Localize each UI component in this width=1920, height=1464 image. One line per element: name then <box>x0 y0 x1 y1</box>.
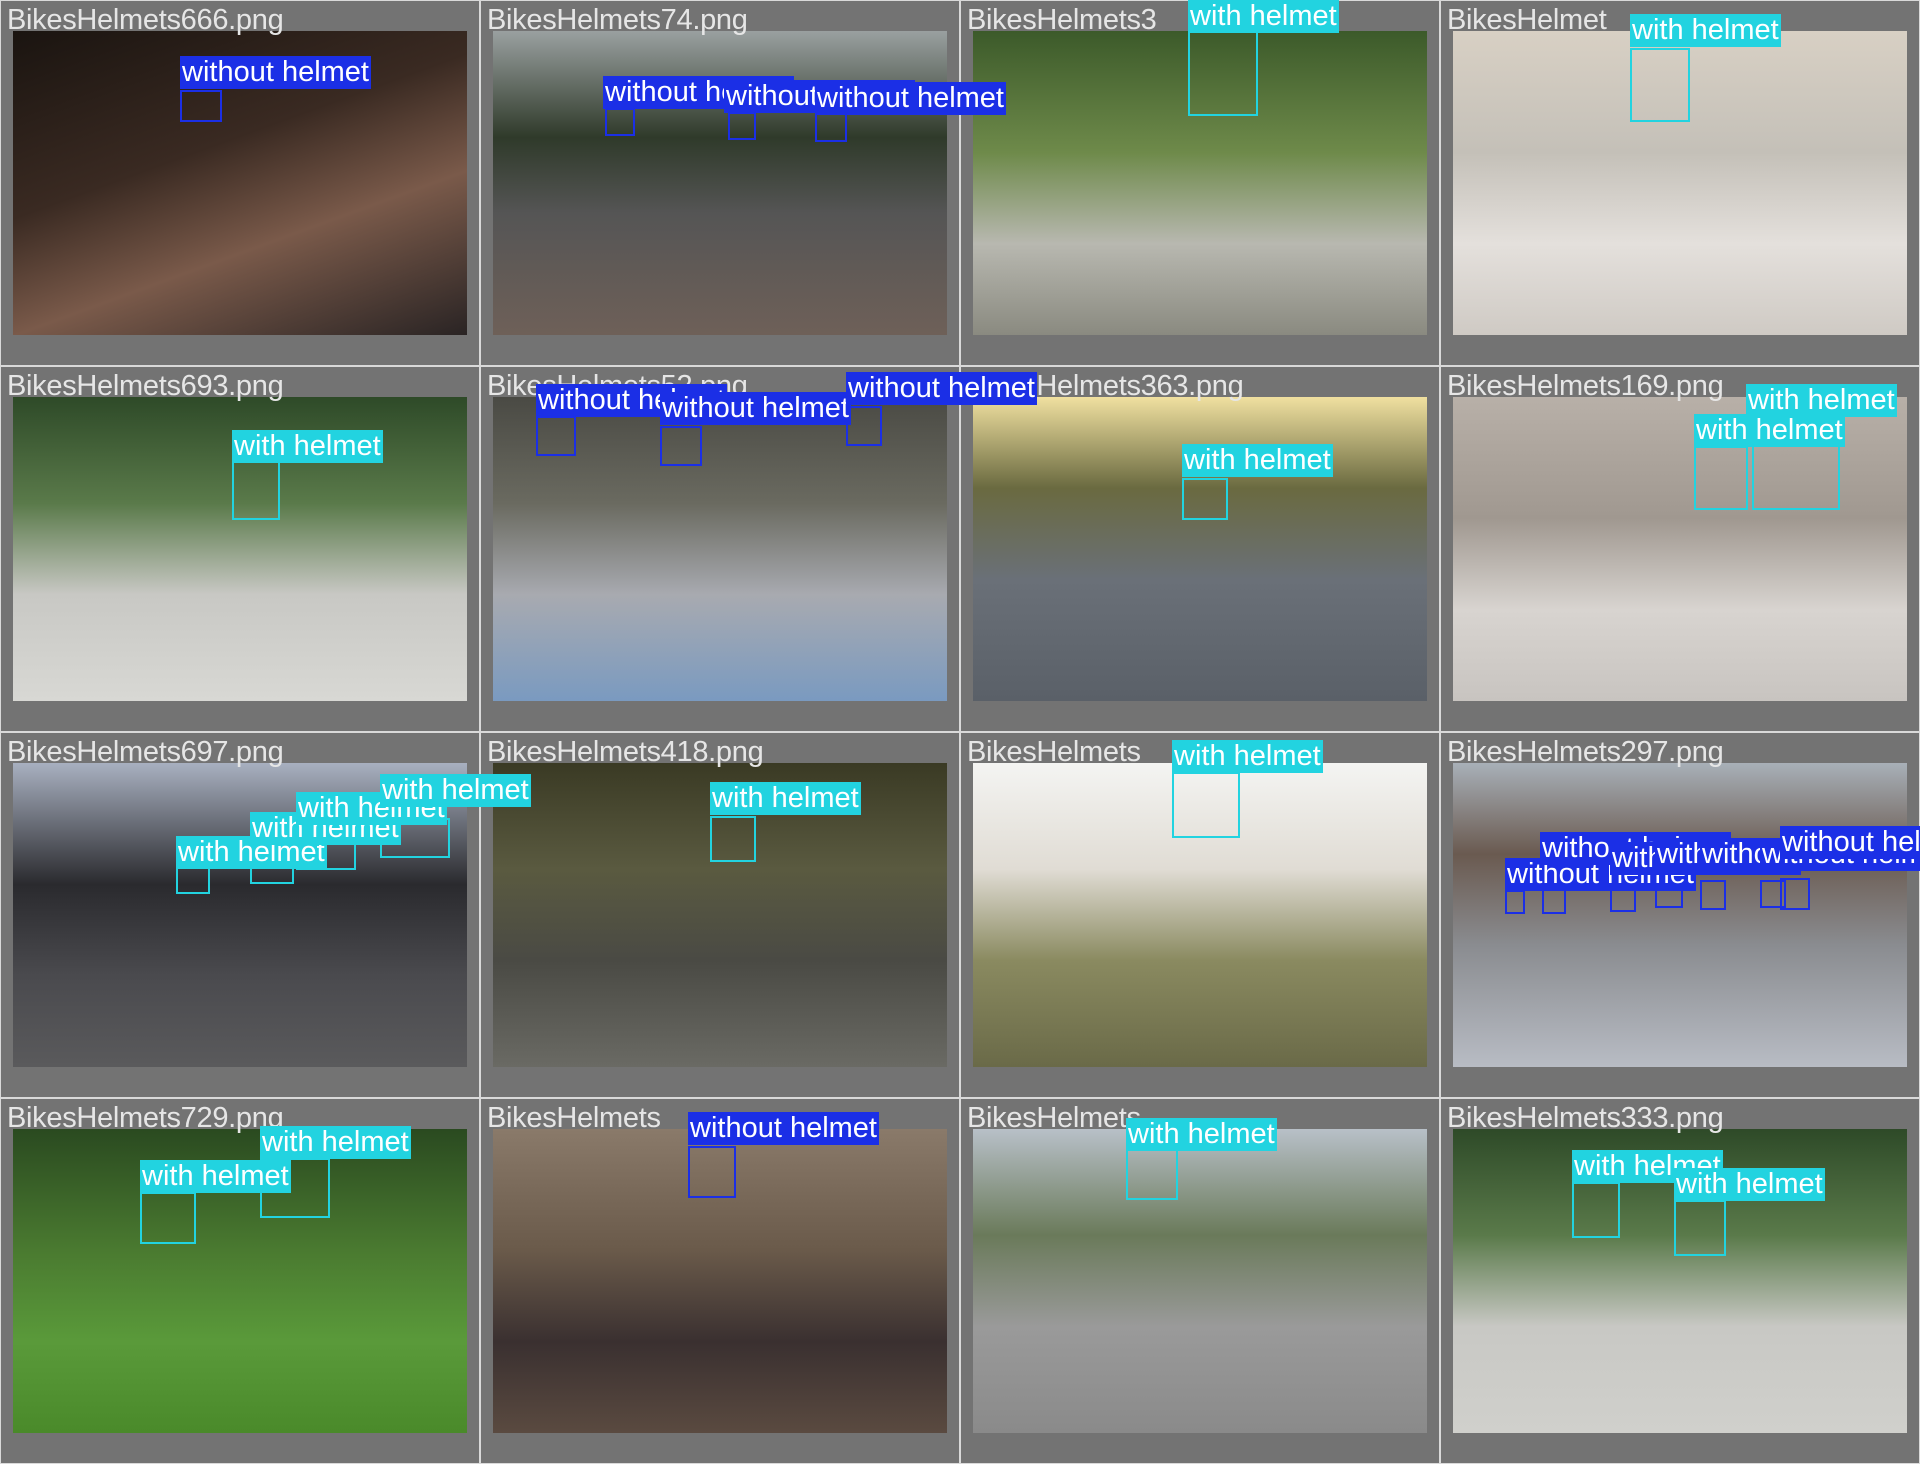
grid-tile: BikesHelmets169.png <box>1440 366 1920 732</box>
detection-box <box>140 1192 196 1244</box>
detection-label: without helmet <box>660 392 851 425</box>
detection-label: with helmet <box>1182 444 1333 477</box>
tile-filename: BikesHelmets3 <box>967 4 1157 36</box>
grid-tile: BikesHelmets <box>960 1098 1440 1464</box>
detection-box <box>1630 48 1690 122</box>
detection-label: with helmet <box>1694 414 1845 447</box>
detection-box <box>1780 878 1810 910</box>
detection-box <box>815 112 847 142</box>
detection-label: without helmet <box>688 1112 879 1145</box>
detection-label: without helmet <box>180 56 371 89</box>
detection-label: without helmet <box>815 82 1006 115</box>
grid-tile: BikesHelmets666.png <box>0 0 480 366</box>
detection-label: with helmet <box>380 774 531 807</box>
detection-box <box>1126 1148 1178 1200</box>
tile-filename: BikesHelmets <box>967 736 1141 768</box>
detection-label: with helmet <box>1188 0 1339 33</box>
detection-box <box>605 108 635 136</box>
detection-label: with helmet <box>710 782 861 815</box>
detection-box <box>660 426 702 466</box>
detection-box <box>710 816 756 862</box>
detection-box <box>1182 478 1228 520</box>
tile-filename: BikesHelmets169.png <box>1447 370 1724 402</box>
tile-filename: BikesHelmets666.png <box>7 4 284 36</box>
tile-filename: BikesHelmets418.png <box>487 736 764 768</box>
tile-filename: BikesHelmets <box>487 1102 661 1134</box>
detection-label: with helmet <box>1172 740 1323 773</box>
tile-image <box>973 397 1427 701</box>
detection-box <box>1674 1200 1726 1256</box>
tile-filename: BikesHelmets297.png <box>1447 736 1724 768</box>
detection-label: with helmet <box>1126 1118 1277 1151</box>
detection-label: with helmet <box>260 1126 411 1159</box>
tile-filename: BikesHelmets <box>967 1102 1141 1134</box>
detection-box <box>1188 28 1258 116</box>
tile-filename: BikesHelmets333.png <box>1447 1102 1724 1134</box>
detection-box <box>728 112 756 140</box>
tile-image <box>1453 763 1907 1067</box>
image-grid: BikesHelmets666.png without helmet BikesHe… <box>0 0 1920 1464</box>
detection-box <box>688 1146 736 1198</box>
tile-filename: BikesHelmet <box>1447 4 1607 36</box>
detection-box <box>1752 440 1840 510</box>
grid-tile: BikesHelmets297.png <box>1440 732 1920 1098</box>
grid-tile: BikesHelmets693.png <box>0 366 480 732</box>
tile-image <box>973 1129 1427 1433</box>
detection-box <box>1505 890 1525 914</box>
detection-box <box>180 90 222 122</box>
detection-label: without helmet <box>1780 826 1920 859</box>
detection-box <box>1172 772 1240 838</box>
tile-filename: BikesHelmets693.png <box>7 370 284 402</box>
detection-box <box>1694 446 1748 510</box>
detection-box <box>536 416 576 456</box>
tile-filename: BikesHelmets729.png <box>7 1102 284 1134</box>
detection-label: with helmet <box>1630 14 1781 47</box>
detection-label: with helmet <box>1746 384 1897 417</box>
tile-filename: BikesHelmets697.png <box>7 736 284 768</box>
detection-label: without helmet <box>846 372 1037 405</box>
detection-label: with helmet <box>140 1160 291 1193</box>
detection-box <box>846 406 882 446</box>
detection-label: with helmet <box>232 430 383 463</box>
detection-box <box>232 458 280 520</box>
detection-label: with helmet <box>1674 1168 1825 1201</box>
detection-box <box>1700 880 1726 910</box>
grid-tile: BikesHelmets363.png <box>960 366 1440 732</box>
tile-filename: BikesHelmets74.png <box>487 4 748 36</box>
grid-tile: BikesHelmets74.png <box>480 0 960 366</box>
detection-box <box>1572 1182 1620 1238</box>
